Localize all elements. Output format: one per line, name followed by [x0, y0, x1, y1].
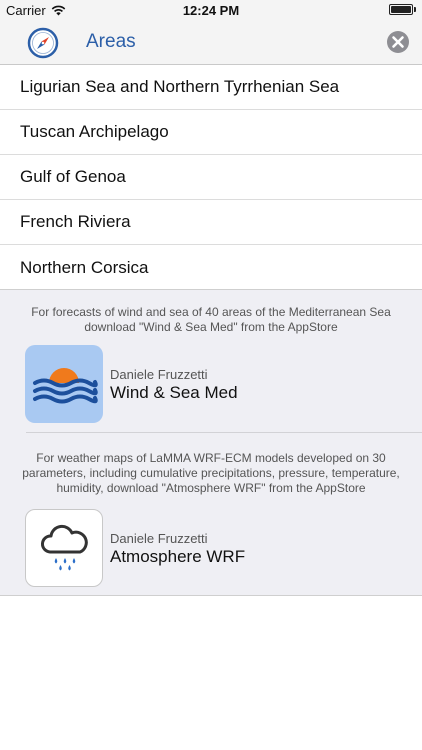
wind-sea-app-icon — [25, 345, 103, 423]
area-item-label: Gulf of Genoa — [20, 167, 126, 186]
compass-button[interactable] — [26, 26, 60, 60]
sun-waves-icon — [33, 368, 98, 404]
battery-cap — [414, 7, 416, 12]
area-item-ligurian-sea[interactable]: Ligurian Sea and Northern Tyrrhenian Sea — [0, 65, 422, 110]
rain-cloud-icon — [41, 524, 88, 571]
promo-divider — [26, 432, 422, 433]
status-time: 12:24 PM — [182, 3, 240, 18]
app-developer: Daniele Fruzzetti — [110, 367, 208, 382]
page-title: Areas — [86, 31, 136, 52]
area-item-french-riviera[interactable]: French Riviera — [0, 200, 422, 245]
battery-fill — [391, 6, 411, 13]
close-circle-icon — [387, 31, 409, 53]
app-developer: Daniele Fruzzetti — [110, 531, 208, 546]
area-item-northern-corsica[interactable]: Northern Corsica — [0, 245, 422, 290]
nav-bar: Areas — [0, 22, 422, 65]
area-item-label: Northern Corsica — [20, 257, 149, 277]
area-item-gulf-of-genoa[interactable]: Gulf of Genoa — [0, 155, 422, 200]
area-item-tuscan-archipelago[interactable]: Tuscan Archipelago — [0, 110, 422, 155]
battery-icon — [389, 4, 413, 15]
promo-description: For forecasts of wind and sea of 40 area… — [31, 305, 391, 334]
app-name: Wind & Sea Med — [110, 383, 238, 402]
promo-section: For forecasts of wind and sea of 40 area… — [0, 289, 422, 596]
area-item-label: Tuscan Archipelago — [20, 122, 169, 141]
promo-bottom-border — [0, 595, 422, 596]
area-list: Ligurian Sea and Northern Tyrrhenian Sea… — [0, 65, 422, 290]
app-link-atmosphere-wrf[interactable]: Daniele Fruzzetti Atmosphere WRF — [0, 509, 422, 591]
status-bar: Carrier 12:24 PM — [0, 0, 422, 22]
compass-icon — [27, 27, 59, 59]
close-button[interactable] — [386, 30, 410, 54]
app-link-wind-sea-med[interactable]: Daniele Fruzzetti Wind & Sea Med — [0, 345, 422, 427]
status-right — [389, 4, 416, 15]
area-item-label: Ligurian Sea and Northern Tyrrhenian Sea — [20, 77, 340, 96]
app-name: Atmosphere WRF — [110, 547, 246, 566]
atmosphere-app-icon — [25, 509, 103, 587]
promo-description: For weather maps of LaMMA WRF-ECM models… — [22, 451, 400, 495]
area-item-label: French Riviera — [20, 212, 131, 231]
